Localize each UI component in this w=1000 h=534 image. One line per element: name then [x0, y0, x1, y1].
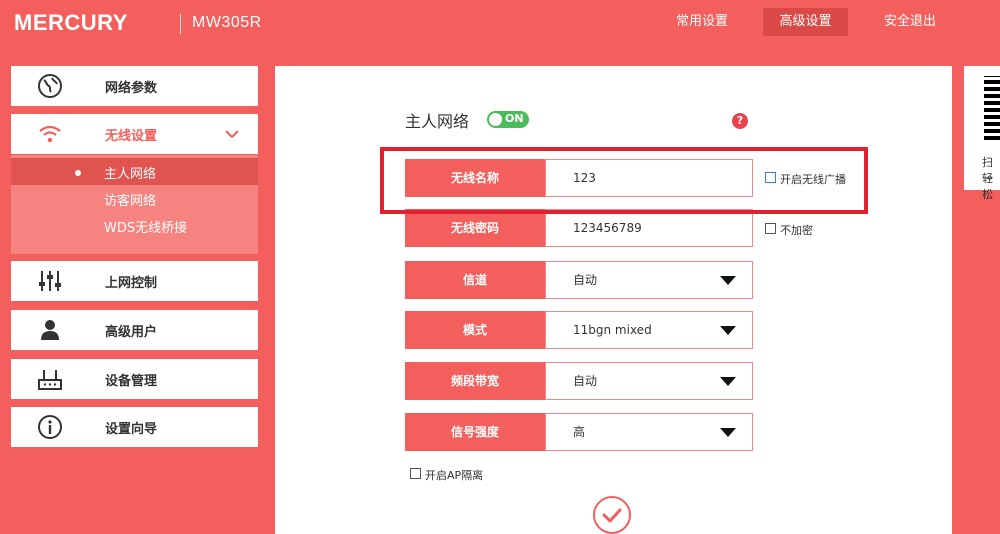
model-name: MW305R [192, 14, 262, 31]
sidebar-item-access-control[interactable]: 上网控制 [11, 261, 258, 301]
bandwidth-select[interactable]: 自动 [545, 362, 753, 400]
logo-divider [180, 14, 181, 34]
sidebar-item-network-params[interactable]: 网络参数 [11, 66, 258, 106]
wireless-toggle[interactable]: ON [487, 111, 529, 128]
channel-select[interactable]: 自动 [545, 261, 753, 299]
sidebar-item-setup-wizard[interactable]: 设置向导 [11, 407, 258, 447]
password-input[interactable]: 123456789 [545, 209, 753, 247]
help-icon[interactable]: ? [732, 113, 748, 129]
watermark-title: Baidu经验 [770, 451, 940, 489]
annotation-highlight-box [380, 147, 868, 214]
checkbox-box[interactable] [410, 468, 421, 479]
wireless-submenu: 主人网络 访客网络 WDS无线桥接 [11, 155, 258, 254]
wifi-icon [39, 125, 61, 143]
submenu-item-wds-bridge[interactable]: WDS无线桥接 [11, 212, 258, 239]
select-value: 高 [573, 425, 586, 439]
brand-logo: MERCURY [14, 10, 128, 35]
page-title: 主人网络 [405, 112, 470, 131]
submenu-item-guest-network[interactable]: 访客网络 [11, 185, 258, 212]
qr-text-line2: 轻松 [982, 172, 993, 201]
dropdown-caret-icon [720, 377, 736, 386]
sidebar-item-label: 高级用户 [105, 325, 158, 340]
sidebar-item-wireless[interactable]: 无线设置 [11, 114, 258, 154]
active-dot [75, 170, 81, 176]
toggle-knob [489, 113, 502, 126]
submenu-label: 访客网络 [104, 194, 157, 209]
qr-card: 扫一 轻松 [964, 66, 1000, 201]
info-icon [38, 415, 62, 439]
dropdown-caret-icon [720, 276, 736, 285]
sidebar-item-label: 设备管理 [105, 374, 158, 389]
router-icon [38, 370, 62, 390]
bandwidth-row: 频段带宽 自动 [405, 362, 753, 400]
nav-logout[interactable]: 安全退出 [872, 8, 948, 36]
select-value: 11bgn mixed [573, 323, 652, 337]
save-button[interactable] [593, 496, 631, 534]
toggle-label: ON [505, 112, 524, 125]
checkbox-box[interactable] [765, 223, 776, 234]
signal-strength-label: 信号强度 [405, 413, 545, 451]
mode-select[interactable]: 11bgn mixed [545, 311, 753, 349]
password-label: 无线密码 [405, 209, 545, 247]
chevron-down-icon [225, 130, 239, 139]
sidebar-item-advanced-user[interactable]: 高级用户 [11, 310, 258, 350]
sliders-icon [39, 271, 61, 291]
watermark-url: jingyan.baidu.com [770, 493, 900, 509]
submenu-item-host-network[interactable]: 主人网络 [11, 158, 258, 185]
sidebar-item-device-management[interactable]: 设备管理 [11, 359, 258, 399]
header: MERCURY MW305R 常用设置 高级设置 安全退出 [0, 0, 1000, 50]
watermark: Baidu经验 jingyan.baidu.com [770, 442, 939, 509]
qr-code-icon [984, 76, 1000, 140]
sidebar-item-label: 无线设置 [105, 129, 158, 144]
dropdown-caret-icon [720, 428, 736, 437]
user-icon [41, 320, 59, 340]
mode-label: 模式 [405, 311, 545, 349]
checkmark-icon [602, 508, 622, 523]
sidebar-item-label: 网络参数 [105, 81, 158, 96]
select-value: 自动 [573, 273, 598, 287]
channel-row: 信道 自动 [405, 261, 753, 299]
channel-label: 信道 [405, 261, 545, 299]
globe-icon [38, 74, 62, 98]
select-value: 自动 [573, 374, 598, 388]
signal-strength-row: 信号强度 高 [405, 413, 753, 451]
sidebar-item-label: 设置向导 [105, 422, 158, 437]
mode-row: 模式 11bgn mixed [405, 311, 753, 349]
submenu-label: WDS无线桥接 [104, 221, 188, 236]
sidebar-item-label: 上网控制 [105, 276, 158, 291]
signal-strength-select[interactable]: 高 [545, 413, 753, 451]
checkbox-label: 不加密 [780, 224, 813, 237]
checkbox-label: 开启AP隔离 [425, 469, 484, 482]
bandwidth-label: 频段带宽 [405, 362, 545, 400]
submenu-label: 主人网络 [104, 167, 157, 182]
password-row: 无线密码 123456789 [405, 209, 753, 247]
nav-advanced-settings[interactable]: 高级设置 [763, 8, 848, 36]
nav-common-settings[interactable]: 常用设置 [664, 8, 740, 36]
dropdown-caret-icon [720, 326, 736, 335]
